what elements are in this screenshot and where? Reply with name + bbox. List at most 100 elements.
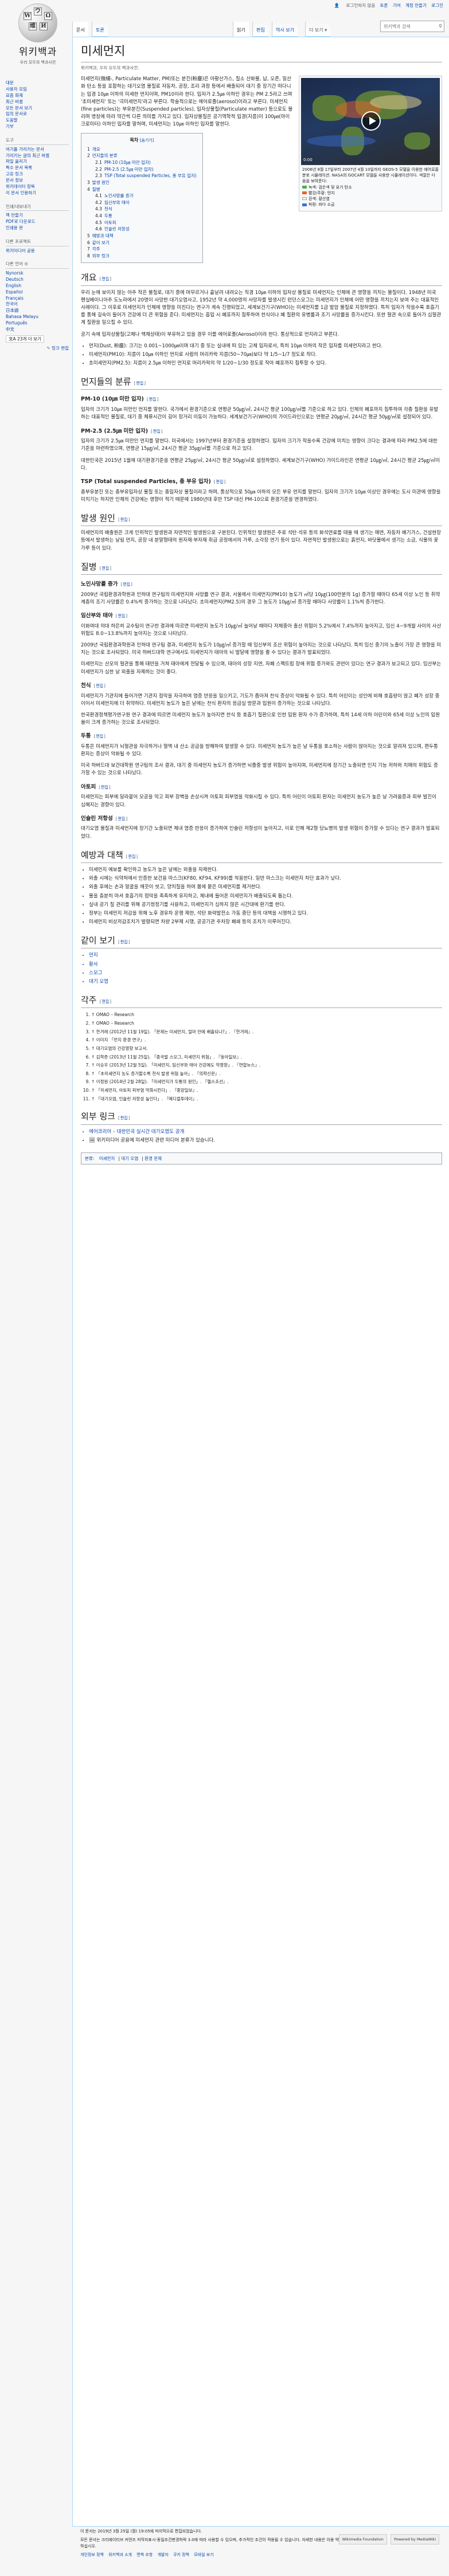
wikimedia-badge[interactable]: Wikimedia Foundation	[338, 2534, 387, 2545]
sidebar-item-all-pages[interactable]: 모든 문서 보기	[6, 105, 69, 112]
toc-item[interactable]: 4.1 노인사망률 증가	[87, 193, 197, 199]
tab-article[interactable]: 문서	[72, 22, 88, 37]
toc-item[interactable]: 4.2 임산부와 태아	[87, 199, 197, 206]
reference-item[interactable]: ↑ OMAO – Research	[91, 1011, 442, 1018]
tab-read[interactable]: 읽기	[233, 22, 249, 37]
lang-item[interactable]: 日本語	[6, 308, 69, 314]
category-link[interactable]: 대기 오염	[121, 1156, 138, 1161]
lang-item[interactable]: Deutsch	[6, 277, 69, 283]
search-icon[interactable]: ⚲	[439, 23, 442, 30]
edit-section-link[interactable]: 편집	[216, 480, 224, 484]
personal-talk-link[interactable]: 토론	[380, 3, 388, 8]
see-also-link[interactable]: 스모그	[89, 970, 442, 977]
lang-item[interactable]: Français	[6, 296, 69, 302]
login-link[interactable]: 로그인	[431, 3, 443, 8]
tab-talk[interactable]: 토론	[92, 22, 108, 37]
sidebar-item-related-changes[interactable]: 가리키는 글의 최근 바뀜	[6, 153, 69, 159]
reference-item[interactable]: ↑ 대기오염의 건강영향 보고서.	[91, 1045, 442, 1052]
category-link[interactable]: 환경 문제	[145, 1156, 162, 1161]
mediawiki-badge[interactable]: Powered by MediaWiki	[391, 2534, 439, 2545]
footer-link[interactable]: 개인정보 정책	[80, 2553, 104, 2557]
toc-item[interactable]: 4.3 천식	[87, 206, 197, 213]
edit-section-link[interactable]: 편집	[101, 277, 109, 281]
lang-item[interactable]: Português	[6, 320, 69, 327]
edit-section-link[interactable]: 편집	[128, 854, 136, 859]
toc-item[interactable]: 4.6 인슐린 저항성	[87, 226, 197, 233]
play-icon[interactable]	[361, 111, 381, 131]
sidebar-item-donate[interactable]: 기부	[6, 124, 69, 130]
toc-item[interactable]: 5 예방과 대책	[87, 233, 197, 240]
see-also-link[interactable]: 황사	[89, 961, 442, 969]
site-logo[interactable]: W ウ Ω 维 И 위키백과 우리 모두의 백과사전	[3, 3, 72, 66]
sidebar-item-current-events[interactable]: 요즘 화제	[6, 93, 69, 99]
categories-label[interactable]: 분류:	[85, 1156, 94, 1161]
edit-section-link[interactable]: 편집	[101, 999, 109, 1004]
sidebar-item-special-pages[interactable]: 특수 문서 목록	[6, 165, 69, 171]
reference-item[interactable]: ↑ 「대기오염, 인슐린 저항성 높인다」. 『메디컬투데이』.	[91, 1096, 442, 1103]
toc-item[interactable]: 3 발생 원인	[87, 179, 197, 186]
toc-item[interactable]: 4.5 아토피	[87, 219, 197, 226]
sidebar-item-permalink[interactable]: 고유 링크	[6, 171, 69, 178]
toc-item[interactable]: 2.1 PM-10 (10㎛ 미만 입자)	[87, 159, 197, 166]
edit-links[interactable]: ✎ 링크 편집	[6, 345, 69, 352]
toc-item[interactable]: 2.2 PM-2.5 (2.5㎛ 미만 입자)	[87, 166, 197, 173]
reference-item[interactable]: ↑ 「초미세먼지 농도 증가할수록 천식 발생 위험 높아」. 『의학신문』.	[91, 1071, 442, 1077]
lang-item[interactable]: English	[6, 283, 69, 289]
lang-item[interactable]: 中文	[6, 327, 69, 333]
sidebar-item-printable[interactable]: 인쇄용 판	[6, 225, 69, 232]
toc-toggle[interactable]: [숨기기]	[140, 138, 154, 143]
footer-link[interactable]: 모바일 보기	[194, 2553, 213, 2557]
sidebar-item-help[interactable]: 도움말	[6, 117, 69, 124]
sidebar-item-main[interactable]: 대문	[6, 80, 69, 87]
category-link[interactable]: 미세먼지	[99, 1156, 115, 1161]
footer-link[interactable]: 면책 조항	[136, 2553, 153, 2557]
toc-item[interactable]: 2 먼지들의 분류	[87, 152, 197, 159]
edit-section-link[interactable]: 편집	[153, 429, 161, 434]
see-also-link[interactable]: 대기 오염	[89, 978, 442, 986]
toc-item[interactable]: 7 각주	[87, 246, 197, 253]
edit-section-link[interactable]: 편집	[96, 734, 103, 739]
edit-section-link[interactable]: 편집	[118, 614, 125, 618]
toc-item[interactable]: 2.3 TSP (Total suspended Particles, 총 부유 …	[87, 172, 197, 179]
reference-item[interactable]: ↑ 이정원 (2014년 2월 28일). 「미세먼지가 두통의 원인」. 『헬…	[91, 1079, 442, 1085]
lang-item[interactable]: Español	[6, 289, 69, 296]
edit-section-link[interactable]: 편집	[96, 684, 103, 688]
sidebar-item-pdf[interactable]: PDF로 다운로드	[6, 219, 69, 225]
reference-item[interactable]: ↑ 이승우 (2013년 12월 5일). 「미세먼지, 임신부와 태아 건강에…	[91, 1062, 442, 1069]
external-link[interactable]: 에어코리아 – 대한민국 실시간 대기오염도 공개	[89, 1128, 442, 1136]
tab-history[interactable]: 역사 보기	[272, 22, 298, 37]
toc-item[interactable]: 4.4 두통	[87, 213, 197, 219]
sidebar-item-book[interactable]: 책 만들기	[6, 213, 69, 219]
footer-link[interactable]: 위키백과 소개	[108, 2553, 132, 2557]
search-input[interactable]: 위키백과 검색 ⚲	[380, 21, 444, 32]
tab-more[interactable]: 더 보기 ▾	[305, 22, 331, 37]
sidebar-item-random[interactable]: 임의 문서로	[6, 111, 69, 117]
sidebar-item-wikidata[interactable]: 위키데이터 항목	[6, 184, 69, 190]
sidebar-item-page-info[interactable]: 문서 정보	[6, 178, 69, 184]
edit-section-link[interactable]: 편집	[101, 566, 109, 571]
footer-link[interactable]: 개발자	[157, 2553, 168, 2557]
sidebar-item-cite[interactable]: 이 문서 인용하기	[6, 190, 69, 197]
personal-contributions-link[interactable]: 기여	[393, 3, 401, 8]
edit-section-link[interactable]: 편집	[120, 517, 128, 522]
reference-item[interactable]: ↑ 이미지 「먼지 환경 연구」.	[91, 1037, 442, 1044]
edit-section-link[interactable]: 편집	[136, 381, 143, 386]
footer-link[interactable]: 쿠키 정책	[173, 2553, 189, 2557]
edit-section-link[interactable]: 편집	[120, 940, 128, 944]
toc-item[interactable]: 8 외부 링크	[87, 253, 197, 260]
lang-item[interactable]: 한국어	[6, 301, 69, 308]
create-account-link[interactable]: 계정 만들기	[405, 3, 427, 8]
reference-item[interactable]: ↑ 김학준 (2013년 11월 25일). 「중국발 스모그, 미세먼지 위험…	[91, 1054, 442, 1061]
edit-section-link[interactable]: 편집	[118, 817, 125, 821]
edit-section-link[interactable]: 편집	[123, 582, 130, 587]
sidebar-item-recent-changes[interactable]: 최근 바뀜	[6, 99, 69, 105]
sidebar-item-community[interactable]: 사용자 모임	[6, 87, 69, 93]
toc-item[interactable]: 1 개요	[87, 146, 197, 153]
toc-item[interactable]: 4 질병	[87, 186, 197, 193]
sidebar-item-upload[interactable]: 파일 올리기	[6, 159, 69, 165]
tab-edit[interactable]: 편집	[252, 22, 268, 37]
aerosol-video[interactable]: 0:00	[301, 78, 440, 166]
edit-section-link[interactable]: 편집	[120, 1116, 128, 1120]
gear-icon[interactable]: ⚙	[24, 261, 28, 266]
edit-section-link[interactable]: 편집	[101, 785, 108, 790]
